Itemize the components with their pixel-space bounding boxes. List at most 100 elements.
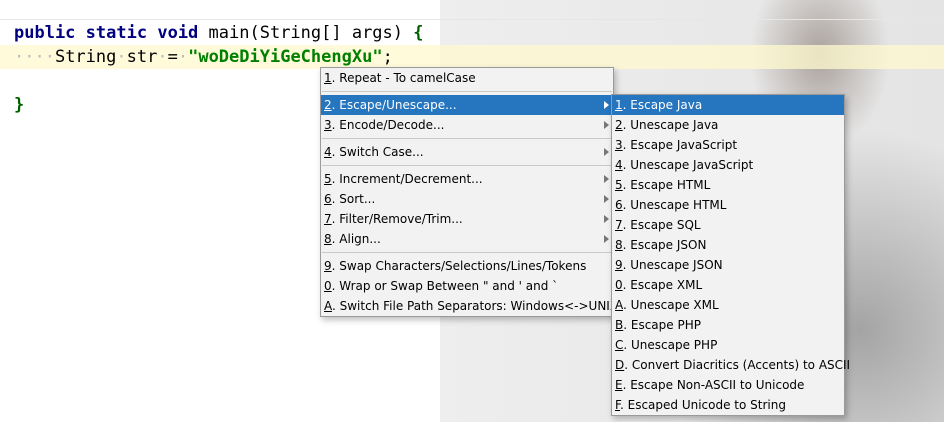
submenu-item-b[interactable]: B. Escape PHP — [612, 315, 844, 335]
menu-item-8[interactable]: 8. Align... — [321, 229, 613, 249]
menu-item-mnemonic: 2 — [324, 98, 332, 112]
menu-item-mnemonic: A — [324, 299, 332, 313]
type-string: String — [54, 47, 117, 67]
menu-item-9[interactable]: 9. Swap Characters/Selections/Lines/Toke… — [321, 256, 613, 276]
menu-item-label: . Wrap or Swap Between " and ' and ` — [331, 279, 559, 293]
menu-item-label: . Encode/Decode... — [331, 118, 445, 132]
menu-item-7[interactable]: 7. Filter/Remove/Trim... — [321, 209, 613, 229]
menu-item-mnemonic: 5 — [615, 178, 623, 192]
menu-separator — [322, 252, 612, 253]
menu-item-label: . Escape XML — [622, 278, 703, 292]
code-line-4[interactable]: } — [14, 93, 24, 117]
menu-item-label: . Unescape JSON — [622, 258, 723, 272]
submenu-item-1[interactable]: 1. Escape Java — [612, 95, 844, 115]
keyword-void: void — [157, 23, 199, 43]
menu-item-label: . Unescape PHP — [623, 338, 718, 352]
menu-item-mnemonic: E — [615, 378, 623, 392]
menu-item-mnemonic: 7 — [324, 212, 332, 226]
semicolon: ; — [382, 47, 393, 67]
submenu-arrow-icon — [604, 175, 609, 183]
menu-item-label: . Unescape Java — [622, 118, 719, 132]
menu-item-mnemonic: 3 — [615, 138, 623, 152]
menu-item-6[interactable]: 6. Sort... — [321, 189, 613, 209]
menu-item-mnemonic: 9 — [615, 258, 623, 272]
method-signature: main(String[] args) — [208, 23, 404, 43]
submenu-item-9[interactable]: 9. Unescape JSON — [612, 255, 844, 275]
submenu-item-a[interactable]: A. Unescape XML — [612, 295, 844, 315]
menu-item-mnemonic: 1 — [615, 98, 623, 112]
menu-item-label: . Escape/Unescape... — [331, 98, 457, 112]
menu-item-mnemonic: 4 — [324, 145, 332, 159]
submenu-arrow-icon — [604, 121, 609, 129]
menu-item-mnemonic: B — [615, 318, 624, 332]
submenu-item-d[interactable]: D. Convert Diacritics (Accents) to ASCII — [612, 355, 850, 375]
menu-item-mnemonic: D — [615, 358, 625, 372]
whitespace-marker: · — [177, 47, 189, 67]
submenu-item-2[interactable]: 2. Unescape Java — [612, 115, 844, 135]
submenu-item-0[interactable]: 0. Escape XML — [612, 275, 844, 295]
equals-sign: = — [167, 47, 178, 67]
menu-item-mnemonic: 1 — [324, 71, 332, 85]
menu-item-label: . Escape HTML — [622, 178, 711, 192]
menu-item-label: . Sort... — [331, 192, 376, 206]
menu-item-mnemonic: 6 — [615, 198, 623, 212]
menu-item-label: . Unescape JavaScript — [622, 158, 754, 172]
submenu-arrow-icon — [604, 235, 609, 243]
menu-item-4[interactable]: 4. Switch Case... — [321, 142, 613, 162]
menu-separator — [322, 138, 612, 139]
menu-item-mnemonic: 4 — [615, 158, 623, 172]
menu-item-label: . Convert Diacritics (Accents) to ASCII — [624, 358, 851, 372]
menu-item-mnemonic: 5 — [324, 172, 332, 186]
menu-item-label: . Escape PHP — [623, 318, 701, 332]
menu-item-mnemonic: 0 — [324, 279, 332, 293]
close-brace: } — [14, 95, 25, 115]
submenu-arrow-icon — [604, 101, 609, 109]
menu-item-1[interactable]: 1. Repeat - To camelCase — [321, 68, 613, 88]
editor-top-rule — [0, 19, 944, 20]
string-literal: "woDeDiYiGeChengXu" — [188, 47, 383, 67]
menu-item-mnemonic: 7 — [615, 218, 623, 232]
menu-separator — [322, 165, 612, 166]
whitespace-marker: · — [116, 47, 127, 67]
submenu-item-c[interactable]: C. Unescape PHP — [612, 335, 844, 355]
menu-item-label: . Escape JavaScript — [622, 138, 738, 152]
submenu-item-e[interactable]: E. Escape Non-ASCII to Unicode — [612, 375, 844, 395]
menu-item-label: . Escape Java — [622, 98, 703, 112]
whitespace-marker: ···· — [14, 47, 55, 67]
menu-item-mnemonic: 6 — [324, 192, 332, 206]
menu-item-0[interactable]: 0. Wrap or Swap Between " and ' and ` — [321, 276, 613, 296]
submenu-item-7[interactable]: 7. Escape SQL — [612, 215, 844, 235]
menu-item-a[interactable]: A. Switch File Path Separators: Windows<… — [321, 296, 618, 316]
menu-item-label: . Switch Case... — [331, 145, 424, 159]
whitespace-marker: · — [157, 47, 168, 67]
code-line-1[interactable]: public static void main(String[] args) { — [14, 21, 424, 45]
menu-item-mnemonic: 8 — [615, 238, 623, 252]
submenu-item-f[interactable]: F. Escaped Unicode to String — [612, 395, 844, 415]
keyword-public: public — [14, 23, 76, 43]
menu-item-label: . Repeat - To camelCase — [331, 71, 476, 85]
submenu-item-5[interactable]: 5. Escape HTML — [612, 175, 844, 195]
menu-item-label: . Swap Characters/Selections/Lines/Token… — [331, 259, 587, 273]
menu-item-label: . Unescape HTML — [622, 198, 727, 212]
menu-item-label: . Escape SQL — [622, 218, 701, 232]
menu-item-label: . Escape Non-ASCII to Unicode — [622, 378, 805, 392]
submenu-item-8[interactable]: 8. Escape JSON — [612, 235, 844, 255]
submenu-item-6[interactable]: 6. Unescape HTML — [612, 195, 844, 215]
menu-item-label: . Escape JSON — [622, 238, 707, 252]
menu-item-2[interactable]: 2. Escape/Unescape... — [321, 95, 613, 115]
menu-item-label: . Align... — [331, 232, 381, 246]
submenu-item-4[interactable]: 4. Unescape JavaScript — [612, 155, 844, 175]
menu-item-mnemonic: 2 — [615, 118, 623, 132]
menu-item-label: . Escaped Unicode to String — [619, 398, 786, 412]
menu-item-3[interactable]: 3. Encode/Decode... — [321, 115, 613, 135]
menu-item-label: . Switch File Path Separators: Windows<-… — [332, 299, 619, 313]
submenu-arrow-icon — [604, 195, 609, 203]
code-line-2-current[interactable]: ····String·str·=·"woDeDiYiGeChengXu"; — [0, 45, 944, 69]
menu-item-mnemonic: 3 — [324, 118, 332, 132]
open-brace: { — [413, 23, 424, 43]
submenu-item-3[interactable]: 3. Escape JavaScript — [612, 135, 844, 155]
menu-item-label: . Increment/Decrement... — [331, 172, 483, 186]
submenu-arrow-icon — [604, 215, 609, 223]
menu-item-5[interactable]: 5. Increment/Decrement... — [321, 169, 613, 189]
menu-separator — [322, 91, 612, 92]
